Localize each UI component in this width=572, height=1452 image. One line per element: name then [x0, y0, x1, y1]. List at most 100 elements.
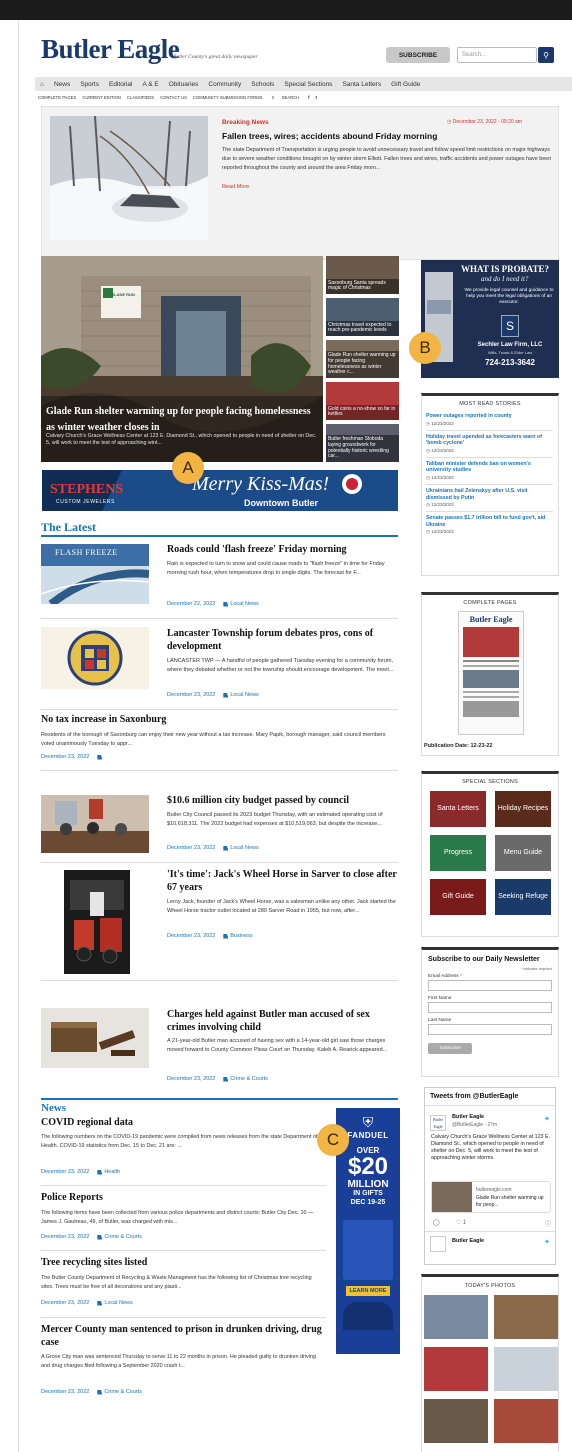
- subnav-submission-forms[interactable]: COMMUNITY SUBMISSION FORMS: [193, 95, 262, 100]
- subnav-contact-us[interactable]: CONTACT US: [160, 95, 187, 100]
- news-cat-1[interactable]: Health: [104, 1169, 120, 1175]
- story-title-1[interactable]: Roads could 'flash freeze' Friday mornin…: [167, 544, 395, 555]
- info-icon[interactable]: ⓘ: [545, 1219, 551, 1228]
- next-tweet-author[interactable]: Butler Eagle: [452, 1238, 484, 1244]
- story-image-council[interactable]: [41, 795, 149, 853]
- story-image-wheel-horse[interactable]: [64, 870, 130, 974]
- photo-thumb-1[interactable]: [424, 1295, 488, 1339]
- newsletter-subscribe-button[interactable]: Subscribe: [428, 1043, 472, 1054]
- tweets-title[interactable]: Tweets from @ButlerEagle: [430, 1093, 550, 1100]
- reply-icon[interactable]: ◯: [433, 1219, 440, 1228]
- fanduel-learn-more[interactable]: LEARN MORE: [346, 1286, 390, 1296]
- story-cat-2[interactable]: Local News: [230, 692, 258, 698]
- probate-ad[interactable]: WHAT IS PROBATE? and do I need it? We pr…: [421, 260, 559, 378]
- news-title-4[interactable]: Mercer County man sentenced to prison in…: [41, 1323, 326, 1349]
- tweet-author[interactable]: Butler Eagle: [452, 1114, 484, 1120]
- hero-title[interactable]: Glade Run shelter warming up for people …: [46, 404, 316, 435]
- special-seeking-refuge[interactable]: Seeking Refuge: [495, 879, 551, 915]
- nav-schools[interactable]: Schools: [251, 81, 274, 88]
- most-read-item-1[interactable]: Power outages reported in county ◷ 12/23…: [426, 413, 553, 431]
- breaking-news-label: Breaking News: [222, 119, 269, 126]
- read-more-link[interactable]: Read More: [222, 184, 249, 190]
- nav-news[interactable]: News: [54, 81, 70, 88]
- most-read-title-5[interactable]: Senate passes $1.7 trillion bill to fund…: [426, 515, 553, 528]
- subnav-complete-pages[interactable]: COMPLETE PAGES: [38, 95, 76, 100]
- search-input[interactable]: Search...: [457, 47, 537, 63]
- facebook-icon[interactable]: f: [308, 95, 309, 100]
- special-menu-guide[interactable]: Menu Guide: [495, 835, 551, 871]
- most-read-item-3[interactable]: Taliban minister defends ban on women's …: [426, 458, 553, 486]
- most-read-item-2[interactable]: Holiday travel upended as forecasters wa…: [426, 431, 553, 458]
- most-read-title-2[interactable]: Holiday travel upended as forecasters wa…: [426, 434, 553, 447]
- next-tweet-avatar[interactable]: [430, 1236, 446, 1252]
- subnav-search[interactable]: ⚲ SEARCH: [268, 95, 302, 100]
- tweet-link-image: [432, 1182, 472, 1212]
- story-title-6[interactable]: Charges held against Butler man accused …: [167, 1008, 399, 1034]
- most-read-title-3[interactable]: Taliban minister defends ban on women's …: [426, 461, 553, 474]
- most-read-title-4[interactable]: Ukrainians hail Zelenskyy after U.S. vis…: [426, 488, 553, 501]
- photo-thumb-3[interactable]: [424, 1347, 488, 1391]
- news-title-1[interactable]: COVID regional data: [41, 1117, 321, 1128]
- twitter-icon[interactable]: t: [316, 95, 317, 100]
- special-holiday-recipes[interactable]: Holiday Recipes: [495, 791, 551, 827]
- side-thumb-1[interactable]: Saxonburg Santa spreads magic of Christm…: [326, 256, 399, 294]
- site-logo[interactable]: Butler Eagle: [41, 34, 180, 65]
- nav-santa-letters[interactable]: Santa Letters: [342, 81, 381, 88]
- breaking-news-title[interactable]: Fallen trees, wires; accidents abound Fr…: [222, 131, 437, 141]
- special-santa-letters[interactable]: Santa Letters: [430, 791, 486, 827]
- special-gift-guide[interactable]: Gift Guide: [430, 879, 486, 915]
- story-image-lancaster-seal[interactable]: [41, 627, 149, 689]
- tweet-link-card[interactable]: butlereagle.com Glade Run shelter warmin…: [431, 1181, 551, 1213]
- story-title-4[interactable]: $10.6 million city budget passed by coun…: [167, 795, 397, 806]
- photo-thumb-2[interactable]: [494, 1295, 558, 1339]
- side-thumb-4[interactable]: Gold coins a no-show so far in kettles: [326, 382, 399, 420]
- news-cat-4[interactable]: Crime & Courts: [104, 1389, 142, 1395]
- first-name-field[interactable]: [428, 1002, 552, 1013]
- news-cat-2[interactable]: Crime & Courts: [104, 1234, 142, 1240]
- photo-thumb-6[interactable]: [494, 1399, 558, 1443]
- news-body-2: The following items have been collected …: [41, 1210, 314, 1225]
- story-cat-4[interactable]: Local News: [230, 845, 258, 851]
- search-button[interactable]: ⚲: [538, 47, 554, 63]
- front-page-thumbnail[interactable]: Butler Eagle: [458, 611, 524, 735]
- story-image-gavel[interactable]: [41, 1008, 149, 1068]
- most-read-item-5[interactable]: Senate passes $1.7 trillion bill to fund…: [426, 512, 553, 538]
- story-title-5[interactable]: 'It's time': Jack's Wheel Horse in Sarve…: [167, 869, 397, 894]
- most-read-item-4[interactable]: Ukrainians hail Zelenskyy after U.S. vis…: [426, 485, 553, 513]
- email-field[interactable]: [428, 980, 552, 991]
- story-cat-6[interactable]: Crime & Courts: [230, 1076, 268, 1082]
- subscribe-button[interactable]: SUBSCRIBE: [386, 47, 450, 63]
- butler-eagle-avatar[interactable]: Butler Eagle: [430, 1115, 446, 1131]
- nav-community[interactable]: Community: [208, 81, 241, 88]
- like-icon[interactable]: ♡ 1: [456, 1219, 466, 1228]
- last-name-label: Last Name: [428, 1018, 452, 1023]
- nav-sports[interactable]: Sports: [80, 81, 99, 88]
- side-thumb-2[interactable]: Christmas travel expected to reach pre-p…: [326, 298, 399, 336]
- hero-story[interactable]: GLADE RUN Glade Run shelter warming up f…: [41, 256, 323, 462]
- side-thumb-5[interactable]: Butler freshman Slobodа laying groundwor…: [326, 424, 399, 462]
- news-title-3[interactable]: Tree recycling sites listed: [41, 1257, 321, 1268]
- news-title-2[interactable]: Police Reports: [41, 1192, 321, 1203]
- nav-ae[interactable]: A & E: [142, 81, 158, 88]
- breaking-news-photo[interactable]: [50, 116, 208, 240]
- news-cat-3[interactable]: Local News: [104, 1300, 132, 1306]
- photo-thumb-5[interactable]: [424, 1399, 488, 1443]
- home-icon[interactable]: ⌂: [40, 81, 44, 88]
- most-read-title-1[interactable]: Power outages reported in county: [426, 413, 553, 420]
- stephens-banner-ad[interactable]: STEPHENS CUSTOM JEWELERS Merry Kiss-Mas!…: [42, 470, 398, 511]
- last-name-field[interactable]: [428, 1024, 552, 1035]
- story-title-3[interactable]: No tax increase in Saxonburg: [41, 714, 396, 725]
- story-title-2[interactable]: Lancaster Township forum debates pros, c…: [167, 628, 397, 653]
- subnav-current-edition[interactable]: CURRENT EDITION: [82, 95, 121, 100]
- subnav-classifieds[interactable]: CLASSIFIEDS: [127, 95, 154, 100]
- nav-special-sections[interactable]: Special Sections: [284, 81, 332, 88]
- newsletter-required-note: * indicates required: [521, 967, 552, 971]
- nav-editorial[interactable]: Editorial: [109, 81, 132, 88]
- special-progress[interactable]: Progress: [430, 835, 486, 871]
- side-thumb-3[interactable]: Glade Run shelter warming up for people …: [326, 340, 399, 378]
- story-cat-5[interactable]: Business: [230, 933, 252, 939]
- photo-thumb-4[interactable]: [494, 1347, 558, 1391]
- nav-gift-guide[interactable]: Gift Guide: [391, 81, 420, 88]
- nav-obituaries[interactable]: Obituaries: [169, 81, 199, 88]
- story-cat-1[interactable]: Local News: [230, 601, 258, 607]
